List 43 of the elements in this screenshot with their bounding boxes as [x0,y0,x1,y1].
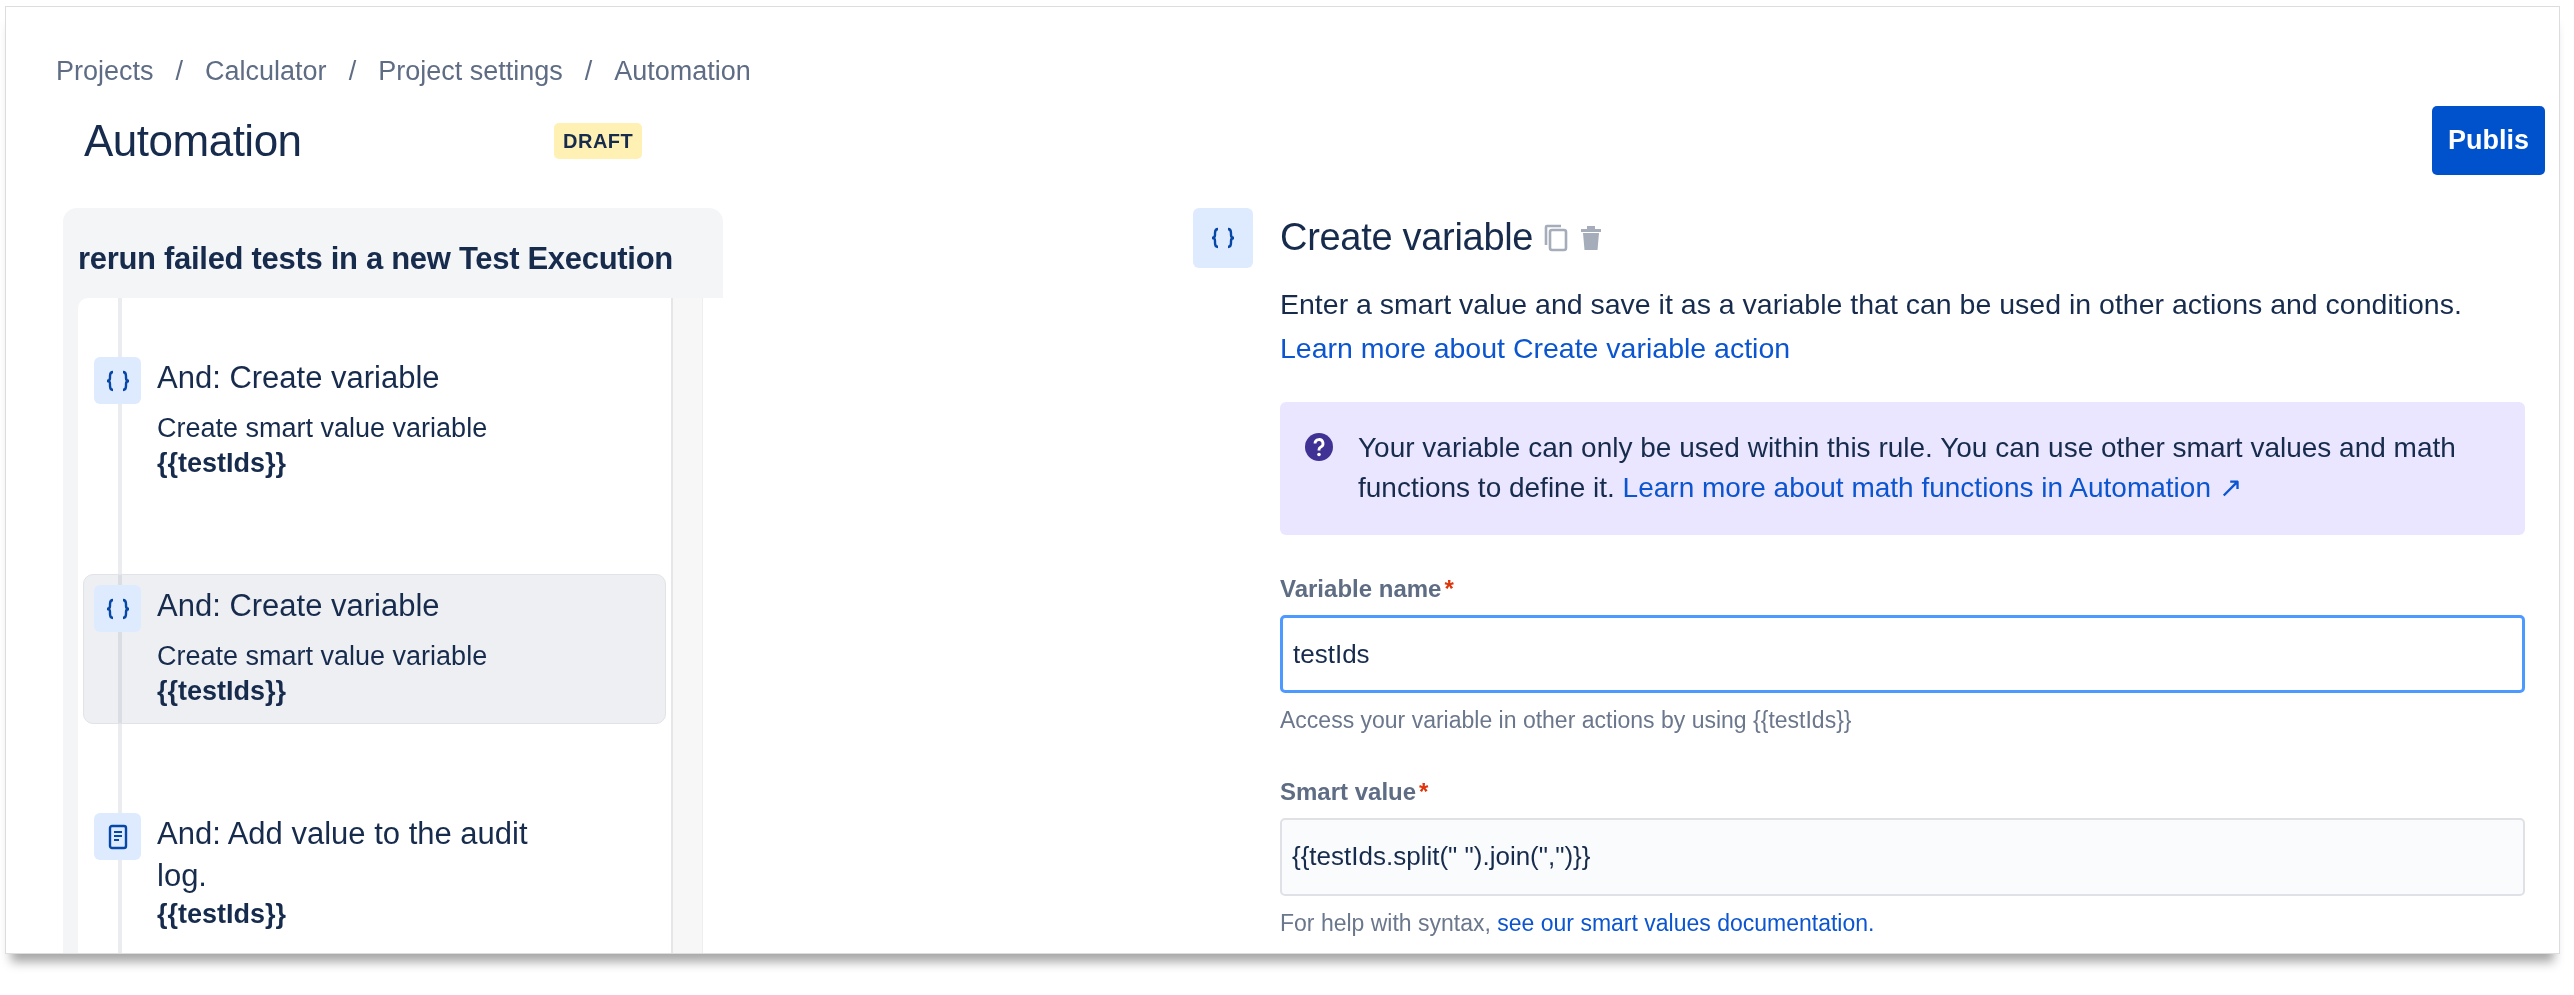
braces-icon [1210,225,1236,250]
help-icon [1304,431,1334,462]
breadcrumb-separator: / [348,55,357,88]
breadcrumb-link[interactable]: Projects [56,51,154,92]
rule-step[interactable]: And: Add value to the audit log. {{testIds}} [83,802,666,947]
editor-title: Create variable [1280,215,1534,260]
breadcrumb-link[interactable]: Project settings [378,51,563,92]
braces-icon [104,368,131,393]
copy-icon[interactable] [1543,222,1570,253]
rule-step[interactable]: And: Create variable Create smart value variable {{testIds}} [83,346,666,497]
help-text: For help with syntax, see our smart values documentation. [1280,908,1876,938]
step-description: Create smart value variable [157,639,488,673]
step-title: And: Create variable [157,587,441,626]
step-value: {{testIds}} [157,674,288,708]
input-field[interactable]: testIds [1280,615,2525,694]
math-functions-link[interactable]: Learn more about math functions in Automation ↗ [1622,472,2242,504]
step-title: And: Add value to the audit log. [157,815,529,895]
description-text: Enter a smart value and save it as a variable that can be used in other actions and conditions. [1280,286,2463,322]
braces-icon [104,596,131,621]
status-badge: DRAFT [554,122,643,159]
rule-step[interactable]: And: Create variable Create smart value variable {{testIds}} [83,574,666,725]
documentation-link[interactable]: see our smart values documentation. [1497,909,1875,936]
rule-name: rerun failed tests in a new Test Execution [78,239,674,278]
document-icon [107,823,128,850]
page-title: Automation [84,114,303,167]
publish-button[interactable]: Publis [2432,106,2545,175]
step-title: And: Create variable [157,359,441,397]
field-label: Variable name* [1280,574,1455,605]
step-description: Create smart value variable [157,411,488,445]
step-value: {{testIds}} [157,897,288,931]
breadcrumb-link[interactable]: Calculator [205,51,327,92]
breadcrumb-link[interactable]: Automation [614,51,751,92]
help-text: Access your variable in other actions by using {{testIds}} [1280,706,1853,736]
required-mark: * [1419,777,1429,805]
learn-more-link[interactable]: Learn more about Create variable action [1280,331,1791,364]
field-label: Smart value* [1280,776,1430,807]
trash-icon[interactable] [1579,223,1604,252]
breadcrumb-separator: / [175,55,184,88]
input-field[interactable]: {{testIds.split(" ").join(",")}} [1280,817,2525,896]
required-mark: * [1444,575,1454,603]
info-text: Your variable can only be used within this rule. You can use other smart values and math functions to define it. Learn more about math functions in Automation ↗ [1358,430,2457,506]
step-value: {{testIds}} [157,446,288,480]
breadcrumb-separator: / [584,55,593,88]
